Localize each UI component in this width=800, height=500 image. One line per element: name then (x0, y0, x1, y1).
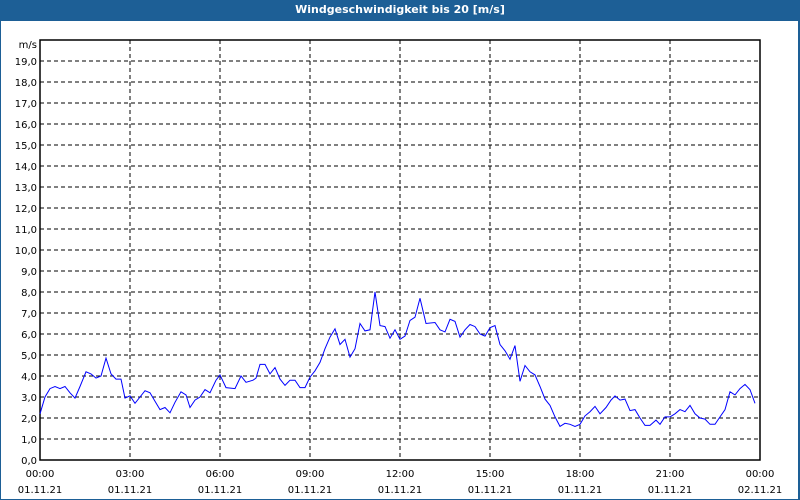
x-tick-date-label: 01.11.21 (288, 485, 333, 496)
x-tick-date-label: 01.11.21 (18, 485, 63, 496)
y-tick-label: 0,0 (21, 456, 37, 467)
x-tick-time-label: 06:00 (206, 469, 235, 480)
y-tick-label: 5,0 (21, 351, 37, 362)
x-tick-date-label: 01.11.21 (648, 485, 693, 496)
y-tick-label: 2,0 (21, 414, 37, 425)
x-tick-time-label: 00:00 (26, 469, 55, 480)
y-tick-label: 11,0 (15, 225, 37, 236)
y-tick-label: 12,0 (15, 204, 37, 215)
x-tick-time-label: 03:00 (116, 469, 145, 480)
x-tick-date-label: 01.11.21 (378, 485, 423, 496)
x-tick-time-label: 00:00 (746, 469, 775, 480)
x-tick-time-label: 15:00 (476, 469, 505, 480)
y-tick-label: 13,0 (15, 183, 37, 194)
x-tick-date-label: 01.11.21 (198, 485, 243, 496)
y-tick-label: 18,0 (15, 78, 37, 89)
x-tick-time-label: 09:00 (296, 469, 325, 480)
y-tick-label: 17,0 (15, 99, 37, 110)
y-tick-label: 7,0 (21, 309, 37, 320)
y-tick-label: 16,0 (15, 120, 37, 131)
y-tick-label: 14,0 (15, 162, 37, 173)
x-tick-date-label: 02.11.21 (738, 485, 783, 496)
y-tick-label: 4,0 (21, 372, 37, 383)
y-axis-unit-label: m/s (19, 40, 37, 51)
x-tick-date-label: 01.11.21 (558, 485, 603, 496)
y-tick-label: 9,0 (21, 267, 37, 278)
y-tick-label: 8,0 (21, 288, 37, 299)
y-tick-label: 10,0 (15, 246, 37, 257)
x-tick-date-label: 01.11.21 (468, 485, 513, 496)
x-tick-date-label: 01.11.21 (108, 485, 153, 496)
wind-speed-chart: 0,0 1,0 2,0 3,0 4,0 5,0 6,0 7,0 8,0 9,0 10,0 11,0 12… (15, 39, 783, 496)
x-tick-time-label: 18:00 (566, 469, 595, 480)
y-tick-label: 6,0 (21, 330, 37, 341)
y-tick-label: 19,0 (15, 57, 37, 68)
y-tick-label: 1,0 (21, 435, 37, 446)
wind-speed-line (39, 291, 756, 428)
x-tick-time-label: 21:00 (656, 469, 685, 480)
y-tick-label: 15,0 (15, 141, 37, 152)
y-tick-label: 3,0 (21, 393, 37, 404)
x-tick-time-label: 12:00 (386, 469, 415, 480)
